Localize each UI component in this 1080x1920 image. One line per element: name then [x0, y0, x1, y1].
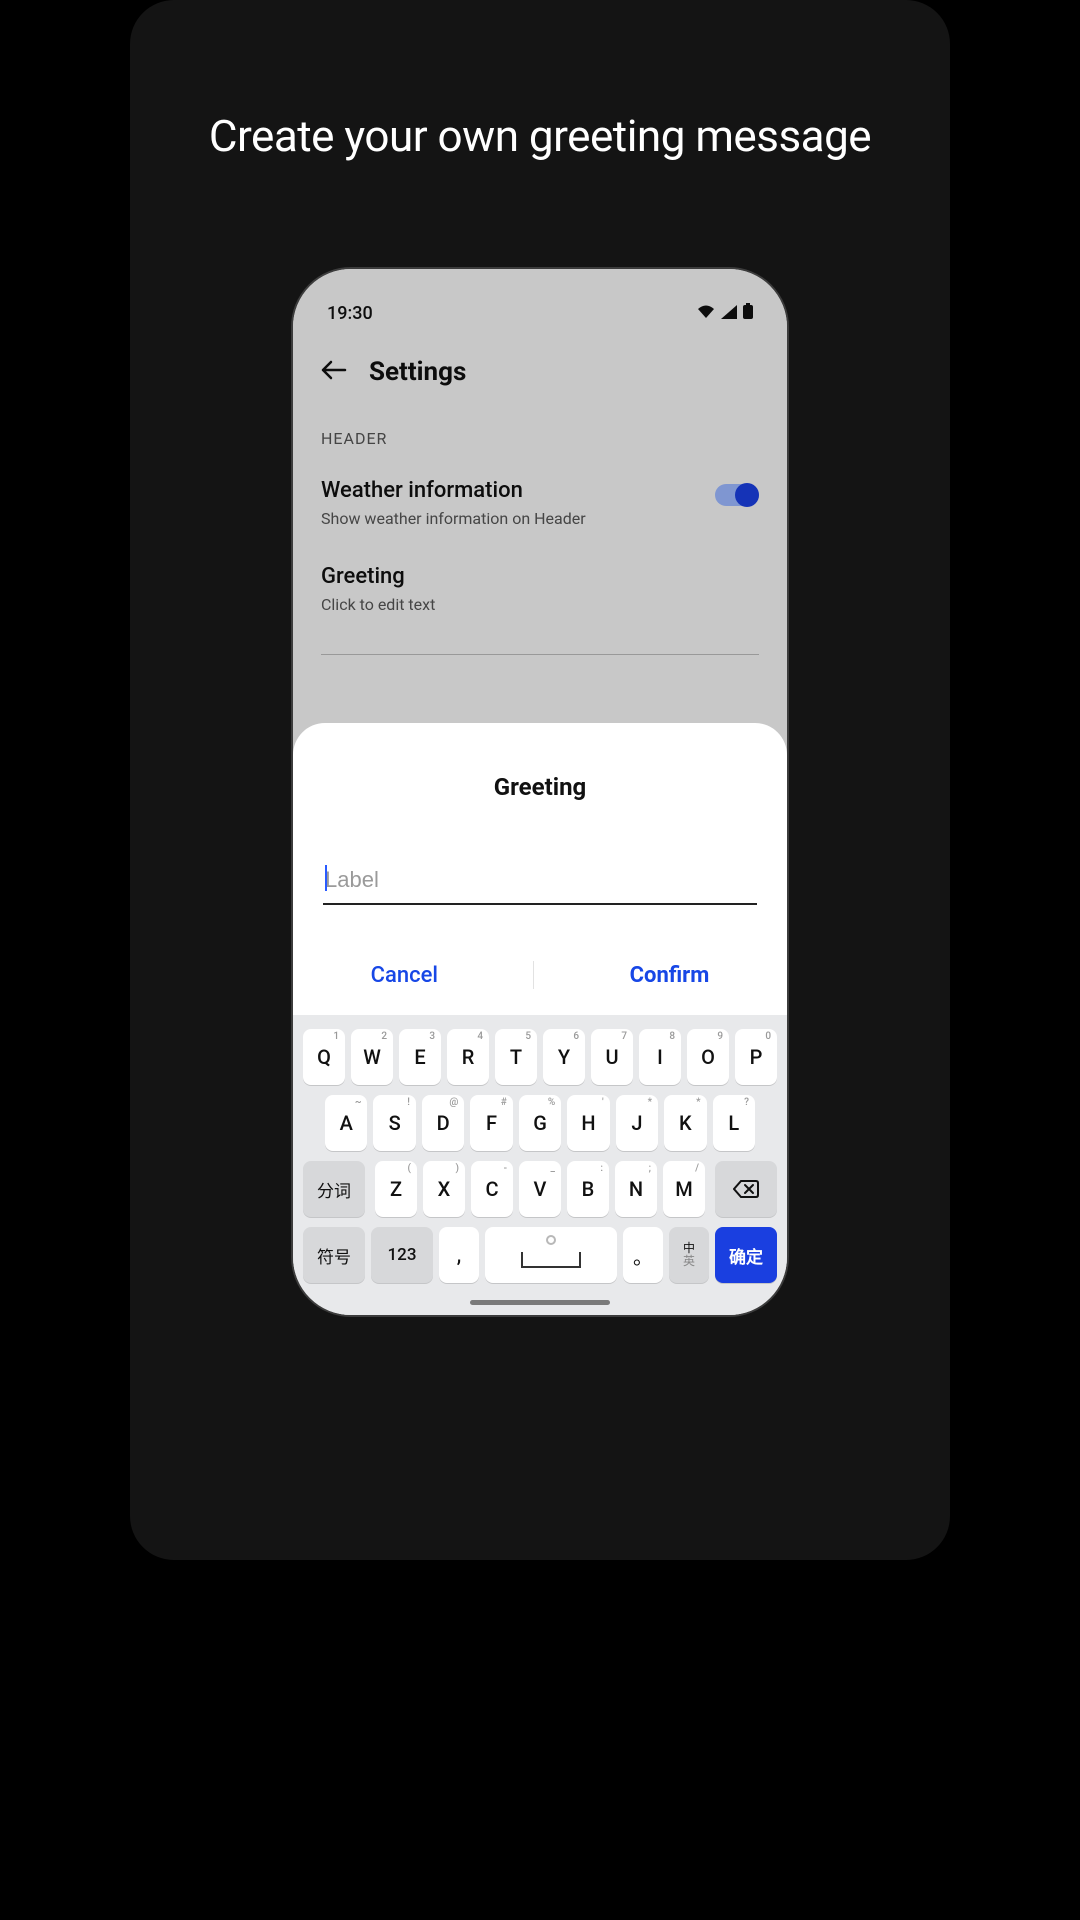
marketing-headline: Create your own greeting message: [209, 110, 871, 162]
comma-key[interactable]: ,: [439, 1227, 479, 1283]
symbols-key[interactable]: 符号: [303, 1227, 365, 1283]
key-i[interactable]: 8I: [639, 1029, 681, 1085]
segment-key[interactable]: 分词: [303, 1161, 365, 1217]
page-title: Settings: [369, 357, 466, 387]
back-icon[interactable]: [321, 357, 347, 387]
setting-weather-subtitle: Show weather information on Header: [321, 509, 586, 528]
language-switch-key[interactable]: 中 英: [669, 1227, 709, 1283]
weather-toggle[interactable]: [715, 484, 759, 506]
key-w[interactable]: 2W: [351, 1029, 393, 1085]
key-v[interactable]: _V: [519, 1161, 561, 1217]
key-a[interactable]: ~A: [325, 1095, 367, 1151]
cancel-button[interactable]: Cancel: [371, 963, 438, 988]
key-j[interactable]: *J: [616, 1095, 658, 1151]
key-n[interactable]: ;N: [615, 1161, 657, 1217]
home-indicator[interactable]: [470, 1300, 610, 1305]
key-z[interactable]: (Z: [375, 1161, 417, 1217]
greeting-input[interactable]: [323, 861, 757, 905]
key-h[interactable]: 'H: [567, 1095, 609, 1151]
greeting-dialog: Greeting Cancel Confirm: [293, 723, 787, 1015]
key-e[interactable]: 3E: [399, 1029, 441, 1085]
wifi-icon: [697, 303, 715, 324]
keyboard-enter-key[interactable]: 确定: [715, 1227, 777, 1283]
divider: [321, 654, 759, 655]
period-key[interactable]: 。: [623, 1227, 663, 1283]
key-o[interactable]: 9O: [687, 1029, 729, 1085]
setting-greeting-row[interactable]: Greeting Click to edit text: [321, 564, 759, 614]
key-x[interactable]: )X: [423, 1161, 465, 1217]
confirm-button[interactable]: Confirm: [630, 963, 710, 988]
key-p[interactable]: 0P: [735, 1029, 777, 1085]
setting-weather-title: Weather information: [321, 478, 586, 503]
key-l[interactable]: ?L: [713, 1095, 755, 1151]
mic-icon: [546, 1235, 556, 1245]
key-y[interactable]: 6Y: [543, 1029, 585, 1085]
key-f[interactable]: #F: [470, 1095, 512, 1151]
key-s[interactable]: !S: [373, 1095, 415, 1151]
setting-greeting-subtitle: Click to edit text: [321, 595, 435, 614]
key-m[interactable]: /M: [663, 1161, 705, 1217]
action-divider: [533, 961, 534, 989]
dialog-title: Greeting: [323, 773, 757, 801]
section-header: HEADER: [321, 429, 759, 448]
text-caret: [325, 865, 327, 891]
setting-weather-row[interactable]: Weather information Show weather informa…: [321, 478, 759, 528]
key-q[interactable]: 1Q: [303, 1029, 345, 1085]
key-t[interactable]: 5T: [495, 1029, 537, 1085]
lang-bottom: 英: [683, 1255, 695, 1268]
backspace-key[interactable]: [715, 1161, 777, 1217]
key-d[interactable]: @D: [422, 1095, 464, 1151]
soft-keyboard: 1Q2W3E4R5T6Y7U8I9O0P ~A!S@D#F%G'H*J*K?L …: [293, 1015, 787, 1315]
status-bar: 19:30: [321, 297, 759, 329]
key-k[interactable]: *K: [664, 1095, 706, 1151]
key-c[interactable]: -C: [471, 1161, 513, 1217]
status-time: 19:30: [327, 303, 373, 324]
phone-frame: 19:30 Settings: [291, 267, 789, 1317]
key-r[interactable]: 4R: [447, 1029, 489, 1085]
key-u[interactable]: 7U: [591, 1029, 633, 1085]
key-b[interactable]: :B: [567, 1161, 609, 1217]
key-g[interactable]: %G: [519, 1095, 561, 1151]
signal-icon: [721, 303, 737, 324]
battery-icon: [743, 303, 753, 324]
numbers-key[interactable]: 123: [371, 1227, 433, 1283]
spacebar-key[interactable]: [485, 1227, 617, 1283]
app-bar: Settings: [321, 357, 759, 387]
setting-greeting-title: Greeting: [321, 564, 435, 589]
